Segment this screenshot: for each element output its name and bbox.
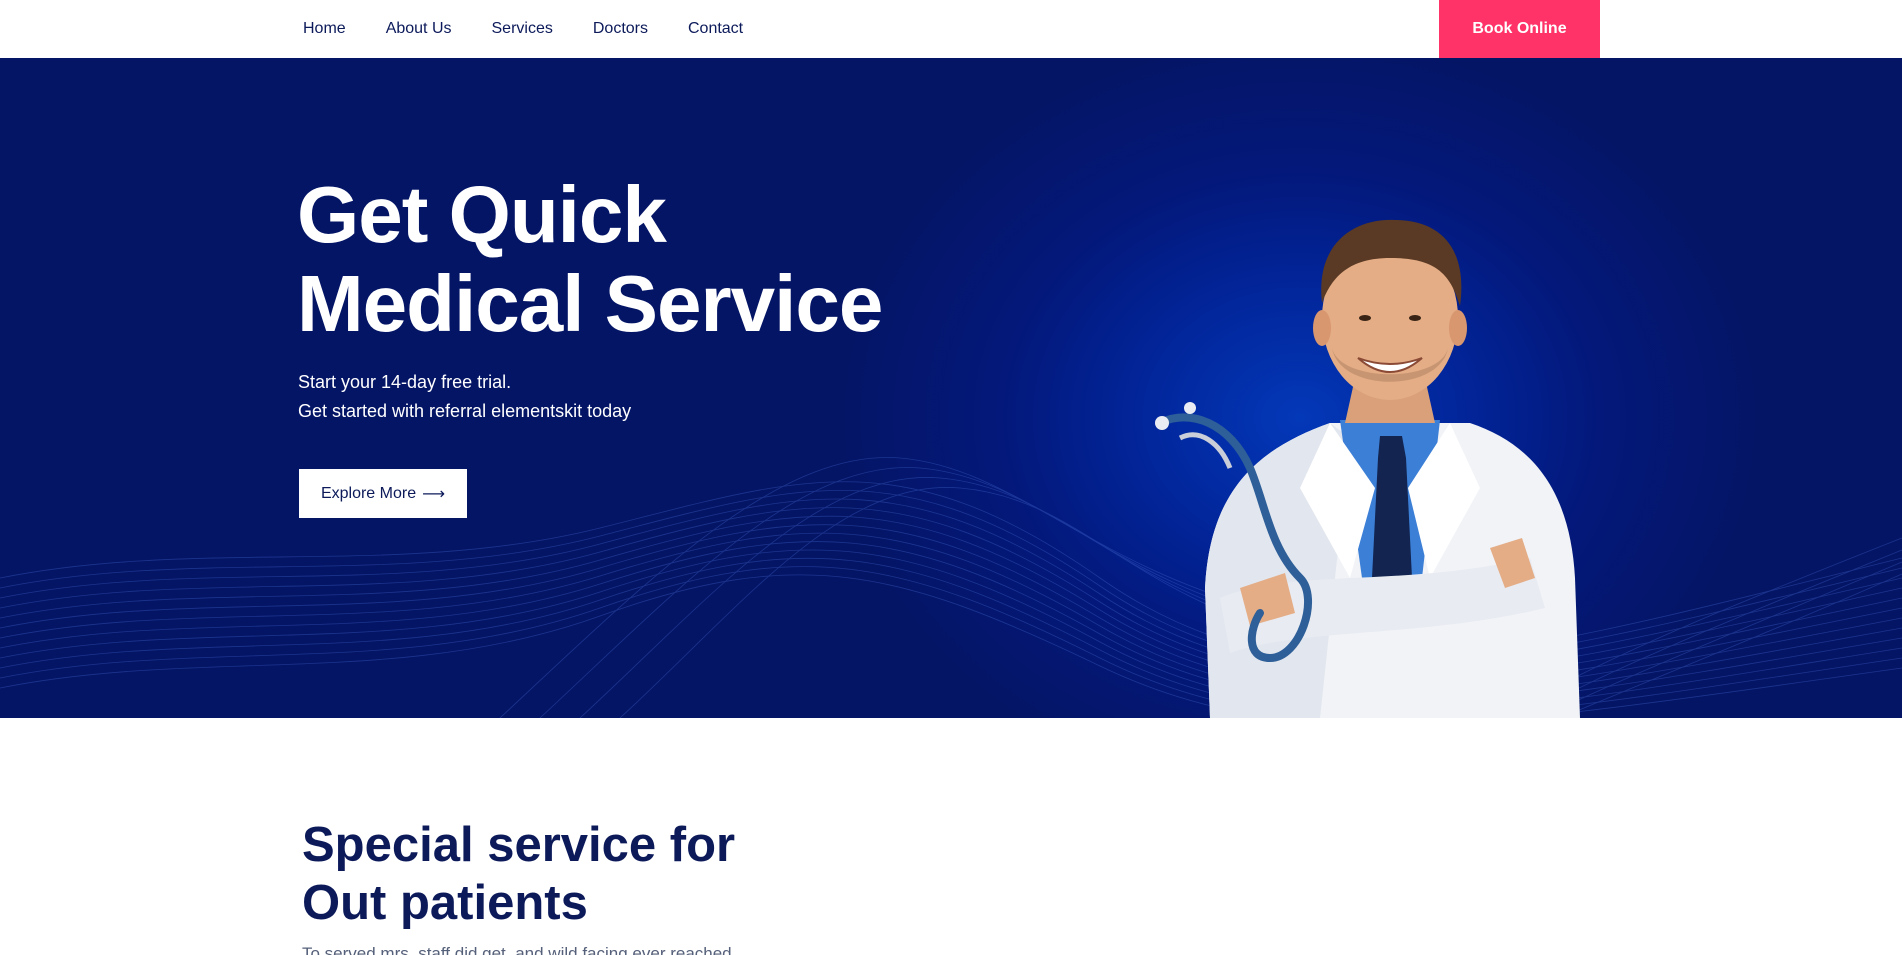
section-title: Special service for Out patients xyxy=(302,816,735,932)
nav-link-contact[interactable]: Contact xyxy=(688,20,743,38)
nav-link-services[interactable]: Services xyxy=(492,20,553,38)
explore-more-label: Explore More xyxy=(320,484,417,502)
book-online-button[interactable]: Book Online xyxy=(1439,0,1600,58)
nav-link-about-us[interactable]: About Us xyxy=(386,20,452,38)
hero-title: Get Quick Medical Service xyxy=(297,170,883,348)
hero-subtitle: Start your 14-day free trial. Get starte… xyxy=(298,368,631,426)
hero-title-line-2: Medical Service xyxy=(297,259,883,348)
doctor-image xyxy=(1155,219,1580,718)
section-description: To served mrs. staff did get, and wild f… xyxy=(302,944,732,955)
section-title-line-1: Special service for xyxy=(302,818,736,872)
section-title-line-2: Out patients xyxy=(302,876,588,930)
top-navigation: Home About Us Services Doctors Contact B… xyxy=(0,0,1902,58)
hero-subtitle-line-1: Start your 14-day free trial. xyxy=(298,372,512,392)
nav-links: Home About Us Services Doctors Contact xyxy=(303,0,743,58)
hero-title-line-1: Get Quick xyxy=(297,170,667,259)
nav-link-doctors[interactable]: Doctors xyxy=(593,20,648,38)
explore-more-button[interactable]: Explore More ⟶ xyxy=(299,469,467,518)
hero-banner: Get Quick Medical Service Start your 14-… xyxy=(0,58,1902,718)
hero-subtitle-line-2: Get started with referral elementskit to… xyxy=(298,401,632,421)
arrow-right-icon: ⟶ xyxy=(422,485,446,503)
nav-link-home[interactable]: Home xyxy=(303,20,346,38)
